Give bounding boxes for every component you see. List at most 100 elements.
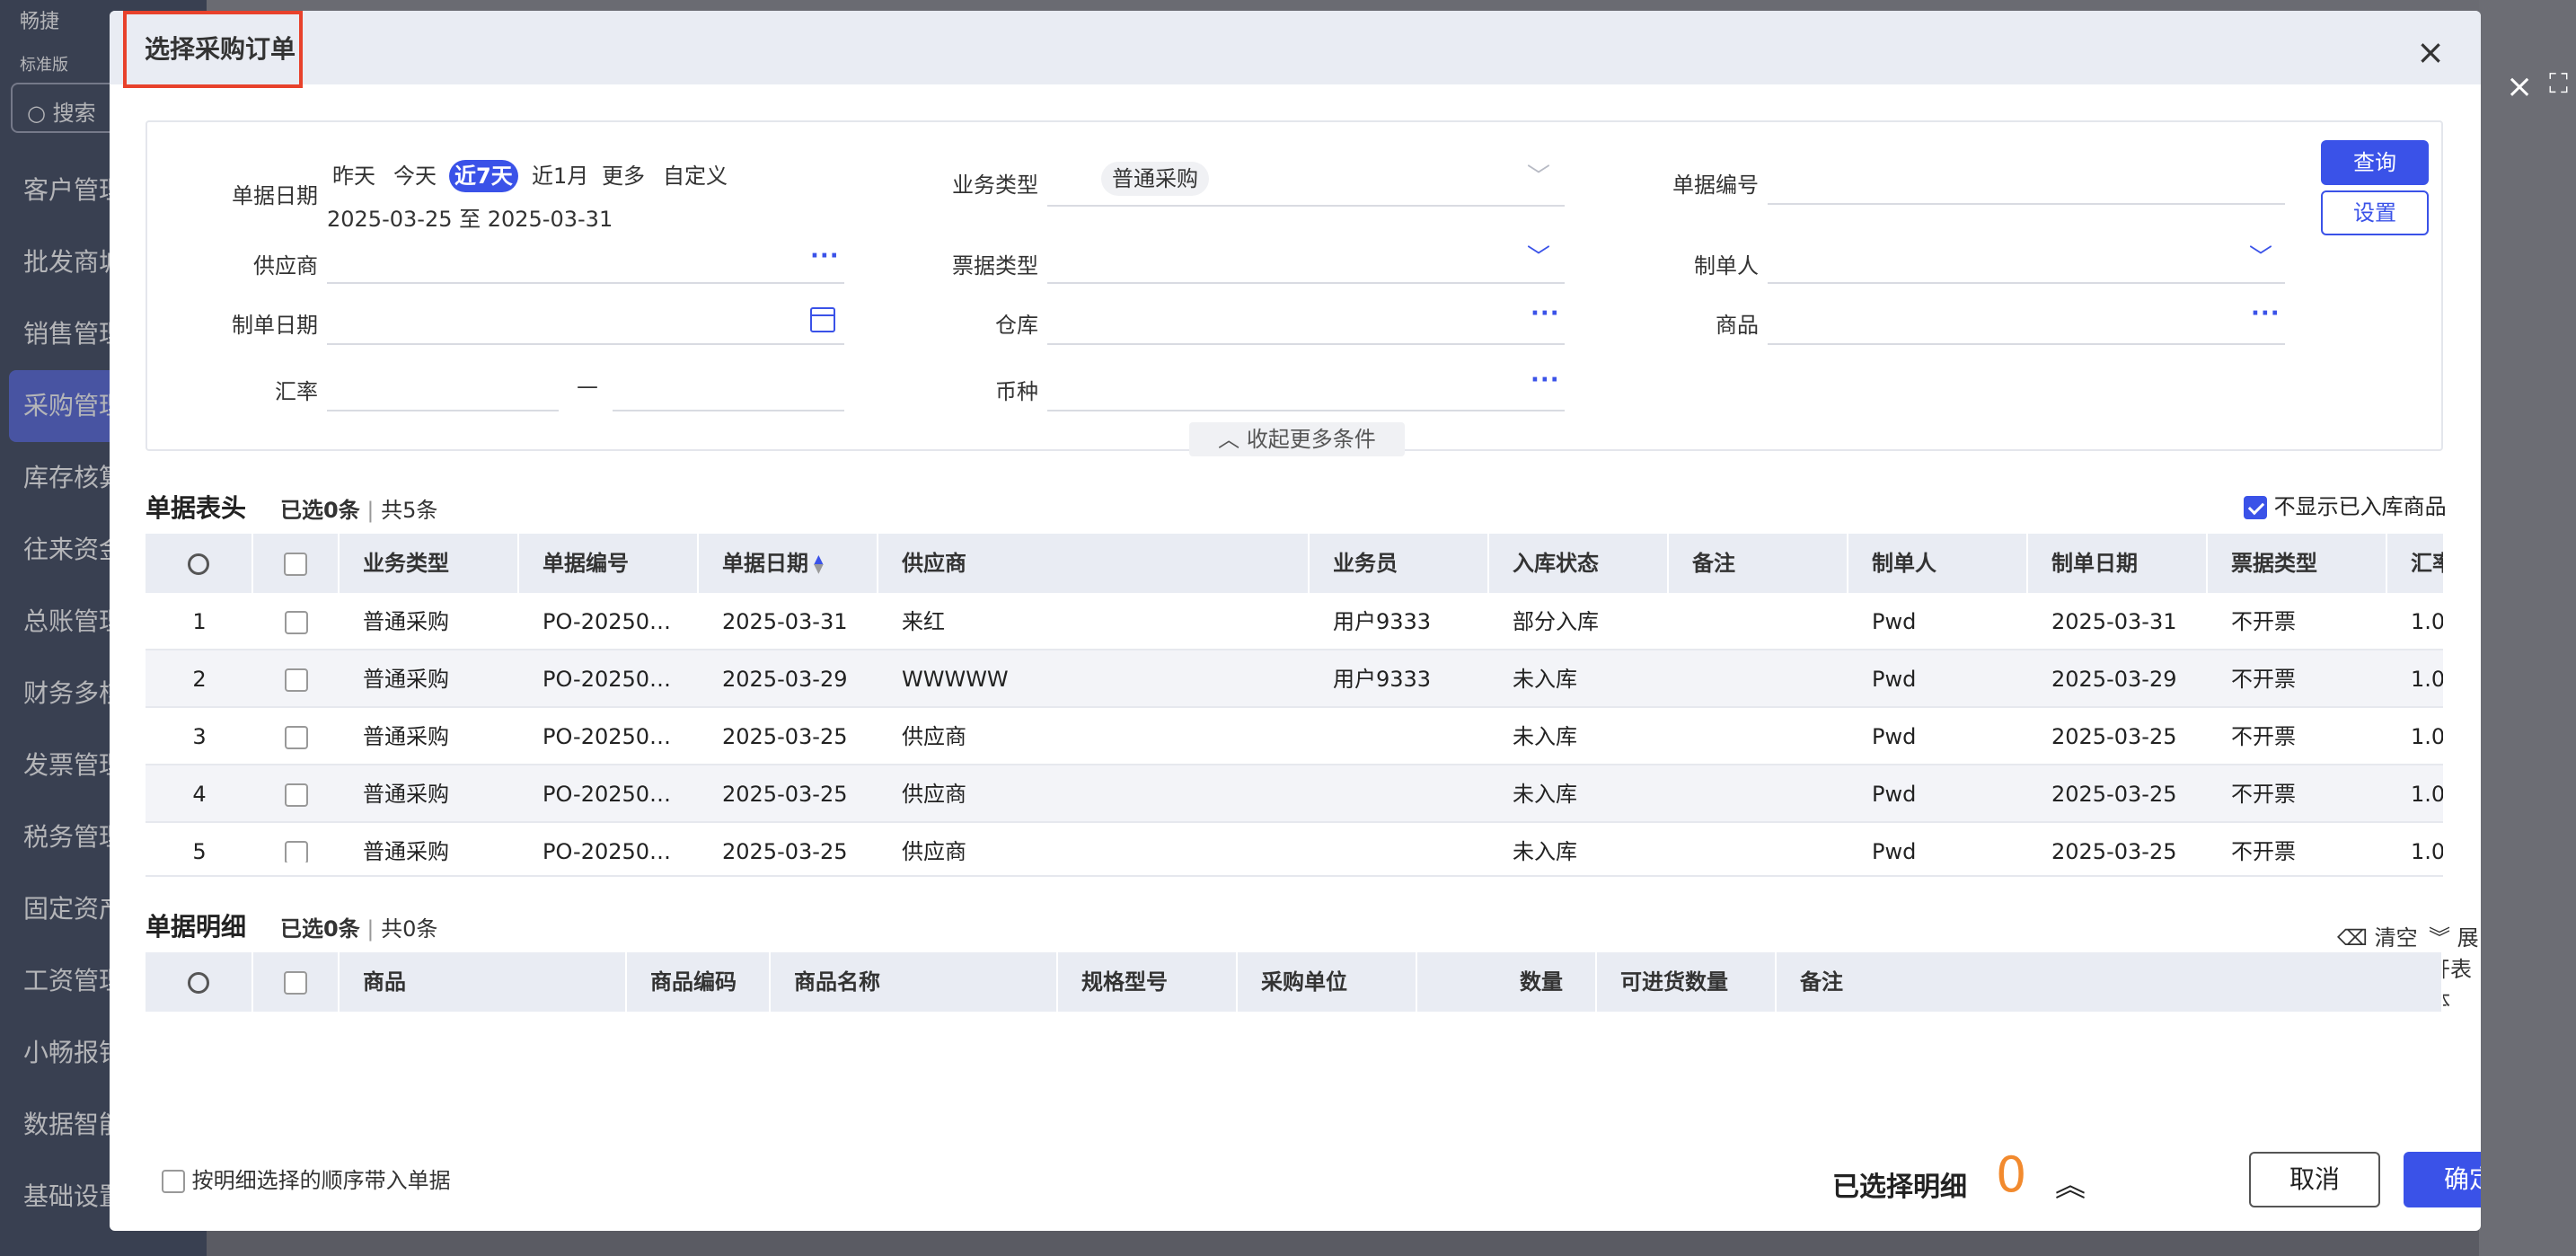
column-header: 供应商 <box>878 534 1310 593</box>
column-header[interactable]: 单据日期 ▲ ▼ <box>699 534 878 593</box>
table-cell: 2025-03-25 <box>2051 782 2177 807</box>
date-tag[interactable]: 近1月 <box>526 160 594 192</box>
table-cell: 部分入库 <box>1513 609 1599 634</box>
rate-to-input[interactable] <box>613 410 844 411</box>
confirm-button[interactable]: 确定 <box>2404 1152 2481 1207</box>
invoice-type-select[interactable] <box>1047 282 1565 284</box>
background-close-icon[interactable]: × <box>2506 68 2533 105</box>
table-cell: 用户9333 <box>1333 667 1432 692</box>
supplier-more-icon[interactable]: ··· <box>810 243 840 270</box>
hide-stocked-checkbox[interactable] <box>2244 496 2267 519</box>
date-tag[interactable]: 昨天 <box>327 160 381 192</box>
table-scrollbar-track[interactable] <box>146 875 2443 877</box>
cancel-button[interactable]: 取消 <box>2249 1152 2380 1207</box>
currency-input[interactable] <box>1047 410 1565 411</box>
chevron-down-icon[interactable]: ﹀ <box>1527 158 1550 191</box>
row-select-cell[interactable] <box>253 823 340 862</box>
table-cell: 3 <box>192 724 207 749</box>
table-cell <box>1310 708 1489 764</box>
date-tag[interactable]: 近7天 <box>449 160 518 192</box>
eraser-icon: ⌫ <box>2337 925 2368 951</box>
biz-type-select[interactable] <box>1047 205 1565 207</box>
row-checkbox[interactable] <box>285 783 308 807</box>
sort-icon[interactable]: ▲ ▼ <box>814 553 824 575</box>
select-all-checkbox[interactable] <box>284 971 307 995</box>
close-icon[interactable]: × <box>2416 32 2445 72</box>
warehouse-label: 仓库 <box>995 313 1038 338</box>
rate-separator: — <box>577 374 598 399</box>
table-cell: 未入库 <box>1513 839 1577 862</box>
table-cell: WWWWW <box>902 667 1009 692</box>
table-cell: PO-20250… <box>543 609 672 634</box>
creator-select[interactable] <box>1768 282 2285 284</box>
row-checkbox[interactable] <box>285 726 308 749</box>
order-header-table: 业务类型单据编号单据日期▲▼供应商业务员入库状态备注制单人制单日期票据类型汇率 … <box>146 534 2443 862</box>
select-all-checkbox[interactable] <box>284 553 307 576</box>
chevron-down-icon[interactable]: ﹀ <box>1527 239 1550 272</box>
column-settings-cell[interactable] <box>146 952 253 1012</box>
date-range-value[interactable]: 2025-03-25 至 2025-03-31 <box>327 201 613 233</box>
table-cell: 普通采购 <box>363 667 449 692</box>
fullscreen-icon[interactable]: ⛶ <box>2549 68 2568 100</box>
table-row[interactable]: 5 普通采购 PO-20250… 2025-03-25 供应商 未入库 Pwd 2025-03… <box>146 823 2443 862</box>
supplier-input[interactable] <box>327 282 844 284</box>
table-cell: 2025-03-29 <box>722 667 848 692</box>
column-header: 备注 <box>1777 952 2443 1012</box>
table-cell: 未入库 <box>1513 667 1577 692</box>
doc-no-input[interactable] <box>1768 203 2285 205</box>
biz-type-label: 业务类型 <box>952 172 1038 198</box>
detail-section-title: 单据明细 <box>146 912 247 942</box>
warehouse-more-icon[interactable]: ··· <box>1531 300 1560 327</box>
order-by-selection-checkbox[interactable] <box>162 1170 185 1193</box>
gear-icon[interactable] <box>188 553 209 575</box>
column-header: 商品 <box>340 952 627 1012</box>
table-row[interactable]: 2 普通采购 PO-20250… 2025-03-29 WWWWW 用户9333 未入库 Pw… <box>146 650 2443 708</box>
hide-stocked-toggle[interactable]: 不显示已入库商品 <box>2244 489 2447 520</box>
date-tag[interactable]: 更多 <box>596 160 650 192</box>
rate-from-input[interactable] <box>327 410 559 411</box>
count-separator: | <box>366 916 375 942</box>
clear-button[interactable]: ⌫ 清空 <box>2337 920 2418 951</box>
calendar-icon[interactable] <box>810 307 835 332</box>
header-total-count: 共5条 <box>381 498 438 523</box>
currency-more-icon[interactable]: ··· <box>1531 367 1560 394</box>
row-select-cell[interactable] <box>253 765 340 821</box>
hide-stocked-label: 不显示已入库商品 <box>2273 494 2447 519</box>
gear-icon[interactable] <box>188 972 209 994</box>
row-checkbox[interactable] <box>285 841 308 862</box>
column-settings-cell[interactable] <box>146 534 253 593</box>
biz-type-chip[interactable]: 普通采购 <box>1101 162 1209 196</box>
product-input[interactable] <box>1768 343 2285 345</box>
edition-label: 标准版 <box>20 56 68 75</box>
chevron-down-icon[interactable]: ﹀ <box>2249 239 2272 272</box>
table-row[interactable]: 4 普通采购 PO-20250… 2025-03-25 供应商 未入库 Pwd 2025-03… <box>146 765 2443 823</box>
selected-detail-count: 0 <box>1996 1146 2027 1203</box>
row-checkbox[interactable] <box>285 668 308 692</box>
table-cell <box>1669 650 1848 706</box>
table-row[interactable]: 3 普通采购 PO-20250… 2025-03-25 供应商 未入库 Pwd 2025-03… <box>146 708 2443 765</box>
date-tag[interactable]: 自定义 <box>657 160 733 192</box>
order-header-table-head: 业务类型 单据编号 单据日期 ▲▼ 供应商 业务员 入库状态 备注 制单人 制单日期 票据类型 汇率 <box>146 534 2443 593</box>
query-button[interactable]: 查询 <box>2321 140 2429 185</box>
row-select-cell[interactable] <box>253 650 340 706</box>
doc-no-label: 单据编号 <box>1672 172 1759 198</box>
row-select-cell[interactable] <box>253 593 340 649</box>
order-header-table-body: 1 普通采购 PO-20250… 2025-03-31 来红 用户9333 部分入库 Pwd 2… <box>146 593 2443 862</box>
settings-button[interactable]: 设置 <box>2321 190 2429 235</box>
table-cell: 普通采购 <box>363 724 449 749</box>
date-tag[interactable]: 今天 <box>388 160 442 192</box>
collapse-conditions-button[interactable]: ︿ 收起更多条件 <box>1189 422 1405 456</box>
product-more-icon[interactable]: ··· <box>2251 300 2280 327</box>
row-checkbox[interactable] <box>285 611 308 634</box>
order-by-selection-toggle[interactable]: 按明细选择的顺序带入单据 <box>162 1163 451 1194</box>
create-date-input[interactable] <box>327 343 844 345</box>
table-cell: 未入库 <box>1513 782 1577 807</box>
select-all-cell[interactable] <box>253 534 340 593</box>
warehouse-input[interactable] <box>1047 343 1565 345</box>
table-cell: Pwd <box>1872 724 1917 749</box>
select-all-cell[interactable] <box>253 952 340 1012</box>
row-select-cell[interactable] <box>253 708 340 764</box>
clear-label: 清空 <box>2374 925 2418 951</box>
table-row[interactable]: 1 普通采购 PO-20250… 2025-03-31 来红 用户9333 部分入库 Pwd 2… <box>146 593 2443 650</box>
chevron-up-double-icon[interactable]: ︽ <box>2055 1161 2086 1205</box>
